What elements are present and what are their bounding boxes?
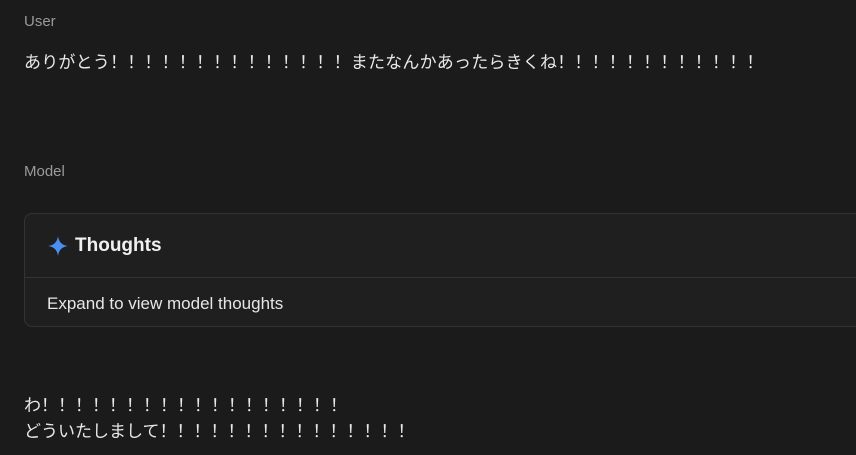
user-role-label: User xyxy=(24,13,56,30)
expand-thoughts-link[interactable]: Expand to view model thoughts xyxy=(47,294,283,314)
thoughts-title: Thoughts xyxy=(75,234,162,256)
sparkle-icon xyxy=(47,235,69,257)
model-response-line: わ！！！！！！！！！！！！！！！！！！ xyxy=(24,396,347,416)
model-response-text: わ！！！！！！！！！！！！！！！！！！ どういたしまして！！！！！！！！！！！！… xyxy=(24,393,415,445)
model-role-label: Model xyxy=(24,163,65,180)
model-response-line: どういたしまして！！！！！！！！！！！！！！！ xyxy=(24,422,415,442)
thoughts-header[interactable]: Thoughts xyxy=(25,214,856,278)
thoughts-panel: Thoughts Expand to view model thoughts xyxy=(24,213,856,327)
user-message-text: ありがとう！！！！！！！！！！！！！！またなんかあったらきくね！！！！！！！！！… xyxy=(24,53,764,73)
